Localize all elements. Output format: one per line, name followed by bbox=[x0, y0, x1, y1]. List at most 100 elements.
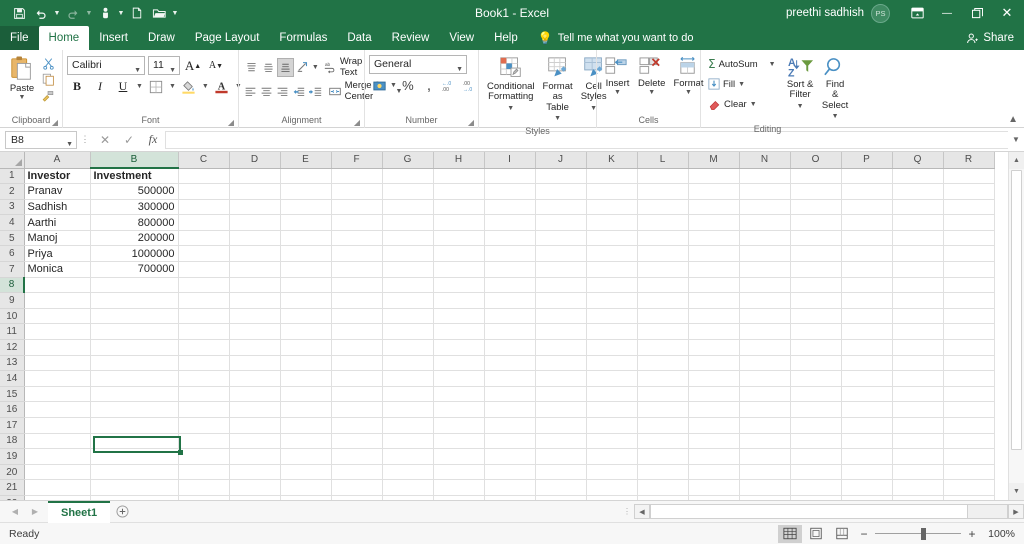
cell-H12[interactable] bbox=[433, 340, 484, 356]
cell-Q8[interactable] bbox=[892, 277, 943, 293]
cell-M8[interactable] bbox=[688, 277, 739, 293]
cell-C22[interactable] bbox=[178, 495, 229, 500]
cell-O10[interactable] bbox=[790, 308, 841, 324]
row-header-20[interactable]: 20 bbox=[0, 464, 24, 480]
row-header-1[interactable]: 1 bbox=[0, 168, 24, 184]
cell-A9[interactable] bbox=[24, 293, 90, 309]
cell-K13[interactable] bbox=[586, 355, 637, 371]
cell-E11[interactable] bbox=[280, 324, 331, 340]
cell-L13[interactable] bbox=[637, 355, 688, 371]
cell-Q11[interactable] bbox=[892, 324, 943, 340]
align-middle-icon[interactable] bbox=[260, 58, 276, 77]
cell-G1[interactable] bbox=[382, 168, 433, 184]
cell-M14[interactable] bbox=[688, 371, 739, 387]
cell-Q18[interactable] bbox=[892, 433, 943, 449]
cell-B6[interactable]: 1000000 bbox=[90, 246, 178, 262]
cell-O15[interactable] bbox=[790, 386, 841, 402]
cell-N3[interactable] bbox=[739, 199, 790, 215]
cell-M11[interactable] bbox=[688, 324, 739, 340]
cell-R21[interactable] bbox=[943, 480, 994, 496]
cell-D1[interactable] bbox=[229, 168, 280, 184]
cell-G17[interactable] bbox=[382, 418, 433, 434]
cell-D8[interactable] bbox=[229, 277, 280, 293]
cell-P19[interactable] bbox=[841, 449, 892, 465]
cell-A20[interactable] bbox=[24, 464, 90, 480]
cancel-entry-icon[interactable]: ✕ bbox=[93, 133, 117, 147]
vertical-scroll-thumb[interactable] bbox=[1011, 170, 1022, 450]
cell-R17[interactable] bbox=[943, 418, 994, 434]
zoom-slider[interactable] bbox=[875, 525, 961, 543]
cell-I1[interactable] bbox=[484, 168, 535, 184]
cell-B3[interactable]: 300000 bbox=[90, 199, 178, 215]
cell-D14[interactable] bbox=[229, 371, 280, 387]
cell-N15[interactable] bbox=[739, 386, 790, 402]
cell-C3[interactable] bbox=[178, 199, 229, 215]
row-header-5[interactable]: 5 bbox=[0, 230, 24, 246]
ribbon-display-options-icon[interactable] bbox=[902, 0, 932, 26]
cell-E20[interactable] bbox=[280, 464, 331, 480]
cell-O9[interactable] bbox=[790, 293, 841, 309]
cell-A11[interactable] bbox=[24, 324, 90, 340]
cell-R22[interactable] bbox=[943, 495, 994, 500]
cell-A4[interactable]: Aarthi bbox=[24, 215, 90, 231]
open-folder-icon[interactable] bbox=[148, 2, 170, 24]
cell-J2[interactable] bbox=[535, 184, 586, 200]
cell-J17[interactable] bbox=[535, 418, 586, 434]
share-button[interactable]: Share bbox=[966, 26, 1014, 50]
column-header-g[interactable]: G bbox=[382, 152, 433, 168]
cell-J18[interactable] bbox=[535, 433, 586, 449]
cell-L11[interactable] bbox=[637, 324, 688, 340]
cell-D11[interactable] bbox=[229, 324, 280, 340]
cell-B15[interactable] bbox=[90, 386, 178, 402]
cell-A13[interactable] bbox=[24, 355, 90, 371]
name-box-dropdown-icon[interactable]: ▼ bbox=[66, 137, 73, 153]
percent-style-icon[interactable]: % bbox=[398, 76, 418, 95]
cell-J10[interactable] bbox=[535, 308, 586, 324]
cell-N5[interactable] bbox=[739, 230, 790, 246]
cell-I5[interactable] bbox=[484, 230, 535, 246]
cell-P9[interactable] bbox=[841, 293, 892, 309]
cell-P16[interactable] bbox=[841, 402, 892, 418]
cell-Q16[interactable] bbox=[892, 402, 943, 418]
cell-F2[interactable] bbox=[331, 184, 382, 200]
cell-A10[interactable] bbox=[24, 308, 90, 324]
cell-P7[interactable] bbox=[841, 262, 892, 278]
column-header-b[interactable]: B bbox=[90, 152, 178, 168]
cell-R11[interactable] bbox=[943, 324, 994, 340]
cell-F15[interactable] bbox=[331, 386, 382, 402]
cell-A19[interactable] bbox=[24, 449, 90, 465]
cell-F1[interactable] bbox=[331, 168, 382, 184]
format-dropdown-icon[interactable]: ▼ bbox=[685, 89, 692, 97]
cell-A14[interactable] bbox=[24, 371, 90, 387]
cell-K12[interactable] bbox=[586, 340, 637, 356]
fill-handle[interactable] bbox=[178, 450, 183, 455]
cell-H13[interactable] bbox=[433, 355, 484, 371]
previous-sheet-icon[interactable]: ◀ bbox=[6, 503, 24, 521]
column-header-k[interactable]: K bbox=[586, 152, 637, 168]
close-button[interactable]: ✕ bbox=[992, 0, 1022, 26]
cell-D20[interactable] bbox=[229, 464, 280, 480]
cell-F17[interactable] bbox=[331, 418, 382, 434]
cell-H7[interactable] bbox=[433, 262, 484, 278]
cell-I10[interactable] bbox=[484, 308, 535, 324]
cell-J22[interactable] bbox=[535, 495, 586, 500]
paste-dropdown-icon[interactable]: ▼ bbox=[19, 94, 26, 101]
cell-A5[interactable]: Manoj bbox=[24, 230, 90, 246]
cell-A17[interactable] bbox=[24, 418, 90, 434]
cell-H18[interactable] bbox=[433, 433, 484, 449]
accounting-dropdown-icon[interactable]: ▼ bbox=[390, 82, 397, 89]
cell-E1[interactable] bbox=[280, 168, 331, 184]
cell-E19[interactable] bbox=[280, 449, 331, 465]
tab-file[interactable]: File bbox=[0, 26, 39, 50]
cell-J19[interactable] bbox=[535, 449, 586, 465]
touch-mode-icon[interactable] bbox=[94, 2, 116, 24]
cell-Q7[interactable] bbox=[892, 262, 943, 278]
undo-dropdown-icon[interactable]: ▼ bbox=[52, 2, 62, 24]
cell-K2[interactable] bbox=[586, 184, 637, 200]
cell-F3[interactable] bbox=[331, 199, 382, 215]
cell-G18[interactable] bbox=[382, 433, 433, 449]
orientation-icon[interactable] bbox=[295, 58, 311, 77]
cell-N6[interactable] bbox=[739, 246, 790, 262]
cell-E3[interactable] bbox=[280, 199, 331, 215]
cell-Q5[interactable] bbox=[892, 230, 943, 246]
